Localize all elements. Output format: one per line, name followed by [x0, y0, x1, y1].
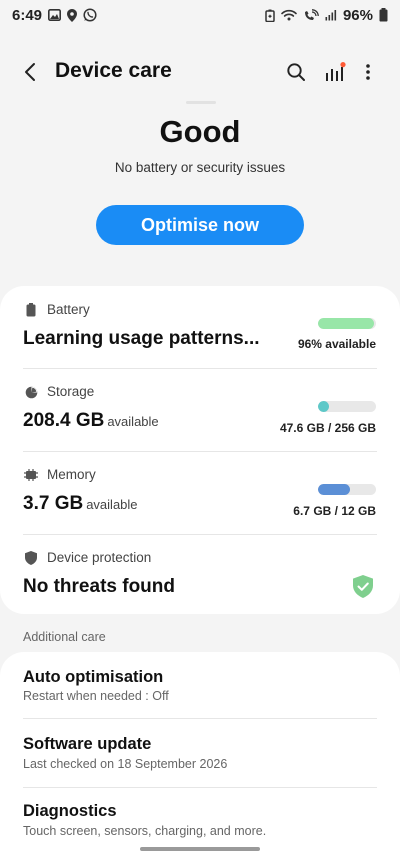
search-icon [287, 63, 305, 81]
battery-value: Learning usage patterns... [23, 328, 260, 349]
memory-row[interactable]: Memory 3.7 GB available 6.7 GB / 12 GB [0, 452, 400, 534]
optimise-now-button[interactable]: Optimise now [96, 205, 304, 245]
storage-value-wrap: 208.4 GB available [23, 410, 159, 432]
battery-saver-icon [265, 9, 275, 22]
care-item-title: Diagnostics [23, 802, 117, 820]
auto-optimisation-item[interactable]: Auto optimisation Restart when needed : … [0, 652, 400, 718]
status-subtitle: No battery or security issues [114, 160, 286, 175]
report-button[interactable] [321, 58, 349, 86]
device-protection-row[interactable]: Device protection No threats found [0, 535, 400, 614]
care-item-subtitle: Restart when needed : Off [23, 689, 169, 703]
signal-icon [325, 9, 337, 21]
battery-icon [379, 8, 388, 22]
score-indicator [186, 101, 216, 104]
back-button[interactable] [16, 58, 44, 86]
memory-meta: 6.7 GB / 12 GB [293, 504, 376, 518]
app-bar: Device care [0, 52, 400, 92]
memory-bar-fill [318, 484, 351, 495]
care-item-subtitle: Touch screen, sensors, charging, and mor… [23, 824, 267, 838]
care-item-subtitle: Last checked on 18 September 2026 [23, 757, 228, 771]
page-title: Device care [55, 59, 172, 82]
care-item-title: Software update [23, 735, 152, 753]
memory-bar [318, 484, 376, 495]
additional-care-header: Additional care [23, 630, 106, 644]
home-indicator[interactable] [140, 847, 260, 851]
status-bar: 6:49 96% [0, 0, 400, 30]
battery-bar [318, 318, 376, 329]
wifi-icon [281, 9, 297, 21]
status-time: 6:49 [12, 6, 43, 24]
battery-bar-fill [318, 318, 374, 329]
wifi-calling-icon [303, 8, 319, 22]
memory-value-wrap: 3.7 GB available [23, 493, 138, 515]
status-left: 6:49 [12, 7, 97, 24]
storage-bar [318, 401, 376, 412]
battery-icon [24, 303, 38, 317]
device-protection-label: Device protection [47, 550, 152, 565]
storage-unit: available [107, 414, 159, 429]
gallery-icon [48, 9, 62, 21]
software-update-item[interactable]: Software update Last checked on 18 Septe… [0, 719, 400, 787]
storage-value: 208.4 GB [23, 410, 105, 431]
search-button[interactable] [282, 58, 310, 86]
status-title: Good [159, 114, 241, 149]
battery-label: Battery [47, 302, 90, 317]
back-icon [25, 63, 35, 81]
more-options-button[interactable] [356, 58, 380, 86]
location-icon [67, 8, 78, 22]
pie-chart-icon [24, 385, 38, 399]
memory-value: 3.7 GB [23, 493, 84, 514]
memory-unit: available [86, 497, 138, 512]
more-icon [366, 64, 370, 80]
care-item-title: Auto optimisation [23, 668, 164, 686]
battery-meta: 96% available [297, 337, 376, 351]
device-protection-value: No threats found [23, 576, 175, 597]
chart-icon [326, 62, 346, 81]
memory-chip-icon [24, 468, 38, 482]
storage-label: Storage [47, 384, 95, 399]
additional-care-card: Auto optimisation Restart when needed : … [0, 652, 400, 857]
memory-label: Memory [47, 467, 96, 482]
status-right: 96% [265, 7, 388, 24]
device-status-card: Battery Learning usage patterns... 96% a… [0, 286, 400, 614]
status-battery-percent: 96% [342, 6, 373, 24]
shield-icon [24, 551, 38, 565]
whatsapp-icon [83, 8, 97, 22]
battery-row[interactable]: Battery Learning usage patterns... 96% a… [0, 286, 400, 368]
protected-shield-icon [352, 574, 374, 598]
storage-meta: 47.6 GB / 256 GB [279, 421, 376, 435]
storage-row[interactable]: Storage 208.4 GB available 47.6 GB / 256 … [0, 369, 400, 451]
storage-bar-fill [318, 401, 329, 412]
